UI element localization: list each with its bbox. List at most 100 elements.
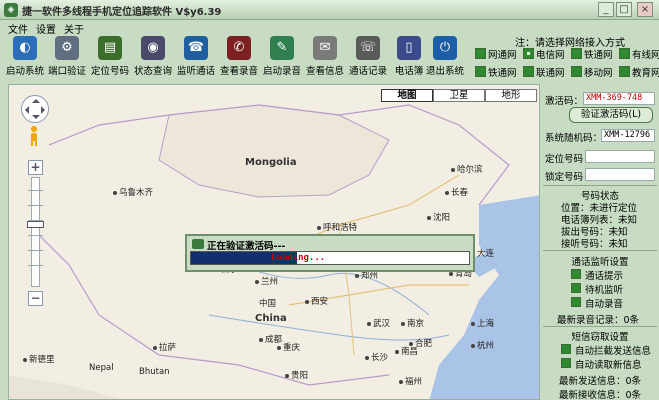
toolbar-button-2[interactable]: ⚙ 端口验证: [46, 34, 88, 78]
maximize-button[interactable]: □: [616, 2, 632, 17]
map-label: 合肥: [409, 337, 432, 349]
toolbar-button-5[interactable]: ☎ 监听通话: [175, 34, 217, 78]
network-checkbox-7[interactable]: [571, 66, 582, 77]
globe-icon: ◐: [13, 36, 37, 60]
zoom-in-button[interactable]: +: [28, 160, 43, 175]
pan-right-icon[interactable]: [41, 106, 49, 114]
map-label: 南京: [401, 317, 424, 329]
status-answered: 接听号码：未知: [561, 239, 628, 250]
title-bar: ◈ 捷一软件多线程手机定位追踪软件 V$y6.39 _ □ ×: [0, 0, 659, 20]
binoculars-icon: ◉: [141, 36, 165, 60]
map-label: 拉萨: [153, 341, 176, 353]
toolbar-button-7[interactable]: ✎ 启动录音: [261, 34, 303, 78]
handset-icon: ✆: [227, 36, 251, 60]
activation-label: 激活码：: [545, 96, 584, 107]
map-label: 兰州: [255, 275, 278, 287]
map-label: 哈尔滨: [451, 163, 483, 175]
network-checkbox-6[interactable]: [523, 66, 534, 77]
map-label: 武汉: [367, 317, 390, 329]
monitor-settings-header: 通话监听设置: [571, 257, 629, 268]
map-label: 西安: [305, 295, 328, 307]
dialog-icon: [192, 239, 204, 249]
toolbar-button-1[interactable]: ◐ 启动系统: [4, 34, 46, 78]
map-label: 沈阳: [427, 211, 450, 223]
network-checkbox-3[interactable]: [571, 48, 582, 59]
network-option-label: 铁通网: [488, 68, 517, 79]
network-checkbox-8[interactable]: [619, 66, 630, 77]
toolbar-button-11[interactable]: ⏻ 退出系统: [424, 34, 466, 78]
locate-number-label: 定位号码: [545, 154, 584, 165]
phone-chart-icon: ▤: [98, 36, 122, 60]
network-option-label: 铁通网: [584, 50, 613, 61]
map-label: 长春: [445, 186, 468, 198]
app-icon: ◈: [4, 3, 18, 17]
map-label: 长沙: [365, 351, 388, 363]
headset-icon: ☎: [184, 36, 208, 60]
map-label: 呼和浩特: [317, 221, 357, 233]
locate-number-input[interactable]: [585, 150, 655, 163]
pan-control[interactable]: [21, 95, 49, 123]
toolbar-button-6[interactable]: ✆ 查看录音: [218, 34, 260, 78]
sms-settings-header: 短信窃取设置: [571, 332, 629, 343]
zoom-out-button[interactable]: −: [28, 291, 43, 306]
zoom-tick: [28, 235, 43, 236]
map-type-tabs: 地图 卫星 地形: [381, 89, 537, 102]
minimize-button[interactable]: _: [598, 2, 614, 17]
network-option-label: 教育网: [632, 68, 659, 79]
map-label: 上海: [471, 317, 494, 329]
network-option-label: 有线网: [632, 50, 659, 61]
lock-number-label: 锁定号码: [545, 172, 584, 183]
pan-down-icon[interactable]: [32, 115, 40, 123]
call-alert-checkbox[interactable]: [571, 269, 581, 279]
tab-terrain[interactable]: 地形: [485, 89, 537, 102]
zoom-slider-knob[interactable]: [27, 221, 44, 228]
latest-received-count: 最新接收信息：0条: [559, 390, 642, 400]
toolbar-button-3[interactable]: ▤ 定位号码: [89, 34, 131, 78]
network-option-label: 移动网: [584, 68, 613, 79]
network-option-label: 电信网: [536, 50, 565, 61]
progress-bar: Loading...: [190, 251, 470, 265]
verify-activation-button[interactable]: 验证激活码(L): [569, 107, 653, 123]
map-label: 中国: [259, 299, 277, 309]
network-checkbox-4[interactable]: [619, 48, 630, 59]
verify-progress-dialog: 正在验证激活码--- Loading...: [185, 234, 475, 272]
recorder-icon: ✎: [270, 36, 294, 60]
divider: [543, 250, 657, 251]
network-checkbox-5[interactable]: [475, 66, 486, 77]
toolbar-button-8[interactable]: ✉ 查看信息: [304, 34, 346, 78]
plug-icon: ⚙: [55, 36, 79, 60]
toolbar-button-4[interactable]: ◉ 状态查询: [132, 34, 174, 78]
tab-satellite[interactable]: 卫星: [433, 89, 485, 102]
pan-left-icon[interactable]: [21, 106, 29, 114]
pan-up-icon[interactable]: [32, 95, 40, 103]
network-panel: 注：请选择网络接入方式 网通网 电信网 铁通网 有线网 铁通网 联通网 移动网 教育网: [475, 34, 659, 80]
intercept-sms-label: 自动拦截发送信息: [575, 346, 652, 357]
zoom-slider[interactable]: [31, 177, 40, 287]
map-label: 杭州: [471, 339, 494, 351]
map-label: 福州: [399, 375, 422, 387]
machine-code-field: XMM-12796: [601, 129, 655, 142]
toolbar-button-9[interactable]: ☏ 通话记录: [347, 34, 389, 78]
tab-map[interactable]: 地图: [381, 89, 433, 102]
zoom-tick: [28, 265, 43, 266]
intercept-sms-checkbox[interactable]: [561, 344, 571, 354]
network-checkbox-2[interactable]: [523, 48, 534, 59]
divider: [543, 326, 657, 327]
close-button[interactable]: ×: [637, 2, 653, 17]
zoom-tick: [28, 250, 43, 251]
standby-monitor-label: 待机监听: [585, 285, 624, 296]
zoom-tick: [28, 205, 43, 206]
lock-number-input[interactable]: [585, 168, 655, 181]
control-panel: 激活码： XMM-369-748 验证激活码(L) 系统随机码： XMM-127…: [541, 88, 659, 400]
read-sms-checkbox[interactable]: [561, 358, 571, 368]
auto-record-label: 自动录音: [585, 299, 624, 310]
standby-monitor-checkbox[interactable]: [571, 283, 581, 293]
mobile-icon: ▯: [397, 36, 421, 60]
pegman-icon[interactable]: [27, 125, 41, 147]
auto-record-checkbox[interactable]: [571, 297, 581, 307]
map-label: China: [255, 313, 287, 324]
network-checkbox-1[interactable]: [475, 48, 486, 59]
phone-log-icon: ☏: [356, 36, 380, 60]
activation-code-field[interactable]: XMM-369-748: [583, 92, 655, 105]
map-label: 乌鲁木齐: [113, 186, 153, 198]
